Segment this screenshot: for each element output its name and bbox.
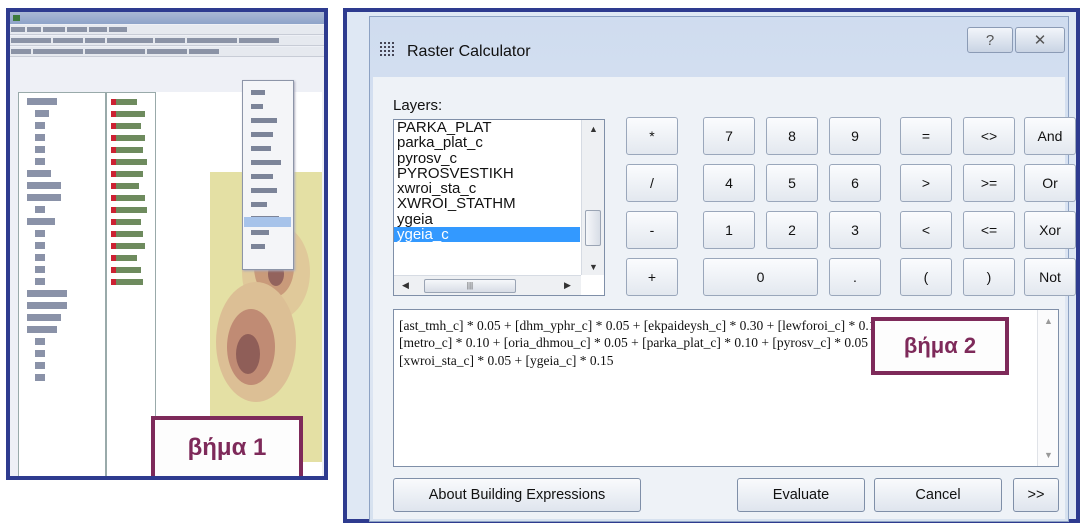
or-button[interactable]: Or xyxy=(1024,164,1076,202)
digit-6-button[interactable]: 6 xyxy=(829,164,881,202)
layers-listbox[interactable]: PARKA_PLAT parka_plat_c pyrosv_c PYROSVE… xyxy=(393,119,605,296)
digit-1-button[interactable]: 1 xyxy=(703,211,755,249)
more-button[interactable]: >> xyxy=(1013,478,1059,512)
dialog-client-area: Layers: PARKA_PLAT parka_plat_c pyrosv_c… xyxy=(373,77,1076,519)
digit-8-button[interactable]: 8 xyxy=(766,117,818,155)
layer-item[interactable]: PYROSVESTIKH xyxy=(394,166,580,182)
layer-item[interactable]: parka_plat_c xyxy=(394,135,580,151)
arctoolbox-thumbnail xyxy=(106,92,156,476)
step2-screenshot-panel: Raster Calculator ? ✕ Layers: PARKA_PLAT… xyxy=(343,8,1080,523)
table-of-contents-thumbnail xyxy=(18,92,106,476)
scroll-right-icon[interactable]: ▶ xyxy=(564,280,571,291)
plus-button[interactable]: + xyxy=(626,258,678,296)
digit-7-button[interactable]: 7 xyxy=(703,117,755,155)
scroll-left-icon[interactable]: ◀ xyxy=(402,280,409,291)
step1-screenshot-panel: βήμα 1 xyxy=(6,8,328,480)
digit-5-button[interactable]: 5 xyxy=(766,164,818,202)
step2-label: βήμα 2 xyxy=(871,317,1009,375)
scroll-up-icon[interactable]: ▲ xyxy=(589,124,598,134)
less-equal-button[interactable]: <= xyxy=(963,211,1015,249)
vertical-scroll-thumb[interactable] xyxy=(585,210,601,246)
layer-item[interactable]: ygeia xyxy=(394,211,580,227)
open-paren-button[interactable]: ( xyxy=(900,258,952,296)
and-button[interactable]: And xyxy=(1024,117,1076,155)
layer-item[interactable]: pyrosv_c xyxy=(394,150,580,166)
arcmap-toolbar-1 xyxy=(10,36,324,46)
not-equal-button[interactable]: <> xyxy=(963,117,1015,155)
calculator-grid-icon xyxy=(380,42,394,56)
help-button[interactable]: ? xyxy=(967,27,1013,53)
greater-than-button[interactable]: > xyxy=(900,164,952,202)
greater-equal-button[interactable]: >= xyxy=(963,164,1015,202)
divide-button[interactable]: / xyxy=(626,164,678,202)
cancel-button[interactable]: Cancel xyxy=(874,478,1002,512)
multiply-button[interactable]: * xyxy=(626,117,678,155)
scroll-up-icon[interactable]: ▲ xyxy=(1044,316,1053,326)
evaluate-button[interactable]: Evaluate xyxy=(737,478,865,512)
horizontal-scroll-thumb[interactable]: ||| xyxy=(424,279,516,293)
digit-2-button[interactable]: 2 xyxy=(766,211,818,249)
context-menu-thumbnail xyxy=(242,80,294,270)
minus-button[interactable]: - xyxy=(626,211,678,249)
digit-9-button[interactable]: 9 xyxy=(829,117,881,155)
less-than-button[interactable]: < xyxy=(900,211,952,249)
layers-horizontal-scrollbar[interactable]: ◀ ||| ▶ xyxy=(394,275,581,295)
layer-item[interactable]: XWROI_STATHM xyxy=(394,196,580,212)
step1-label: βήμα 1 xyxy=(151,416,303,476)
digit-0-button[interactable]: 0 xyxy=(703,258,818,296)
arcmap-menu-bar xyxy=(10,25,324,35)
raster-calculator-dialog: Raster Calculator ? ✕ Layers: PARKA_PLAT… xyxy=(369,16,1076,522)
digit-3-button[interactable]: 3 xyxy=(829,211,881,249)
layer-item[interactable]: xwroi_sta_c xyxy=(394,181,580,197)
layers-items: PARKA_PLAT parka_plat_c pyrosv_c PYROSVE… xyxy=(394,120,580,275)
digit-4-button[interactable]: 4 xyxy=(703,164,755,202)
layer-item-selected[interactable]: ygeia_c xyxy=(394,227,580,242)
layers-label: Layers: xyxy=(393,97,443,114)
layer-item[interactable]: PARKA_PLAT xyxy=(394,120,580,135)
scroll-down-icon[interactable]: ▼ xyxy=(1044,450,1053,460)
layers-vertical-scrollbar[interactable]: ▲ ▼ xyxy=(581,120,604,275)
equals-button[interactable]: = xyxy=(900,117,952,155)
close-paren-button[interactable]: ) xyxy=(963,258,1015,296)
arcmap-title-bar xyxy=(10,12,324,24)
close-button[interactable]: ✕ xyxy=(1015,27,1065,53)
arcmap-toolbar-2 xyxy=(10,47,324,57)
dialog-title-bar[interactable]: Raster Calculator ? ✕ xyxy=(370,17,1068,77)
expression-scrollbar[interactable]: ▲ ▼ xyxy=(1037,310,1058,466)
not-button[interactable]: Not xyxy=(1024,258,1076,296)
scroll-down-icon[interactable]: ▼ xyxy=(589,262,598,272)
decimal-point-button[interactable]: . xyxy=(829,258,881,296)
xor-button[interactable]: Xor xyxy=(1024,211,1076,249)
about-building-expressions-button[interactable]: About Building Expressions xyxy=(393,478,641,512)
dialog-title: Raster Calculator xyxy=(407,43,531,60)
